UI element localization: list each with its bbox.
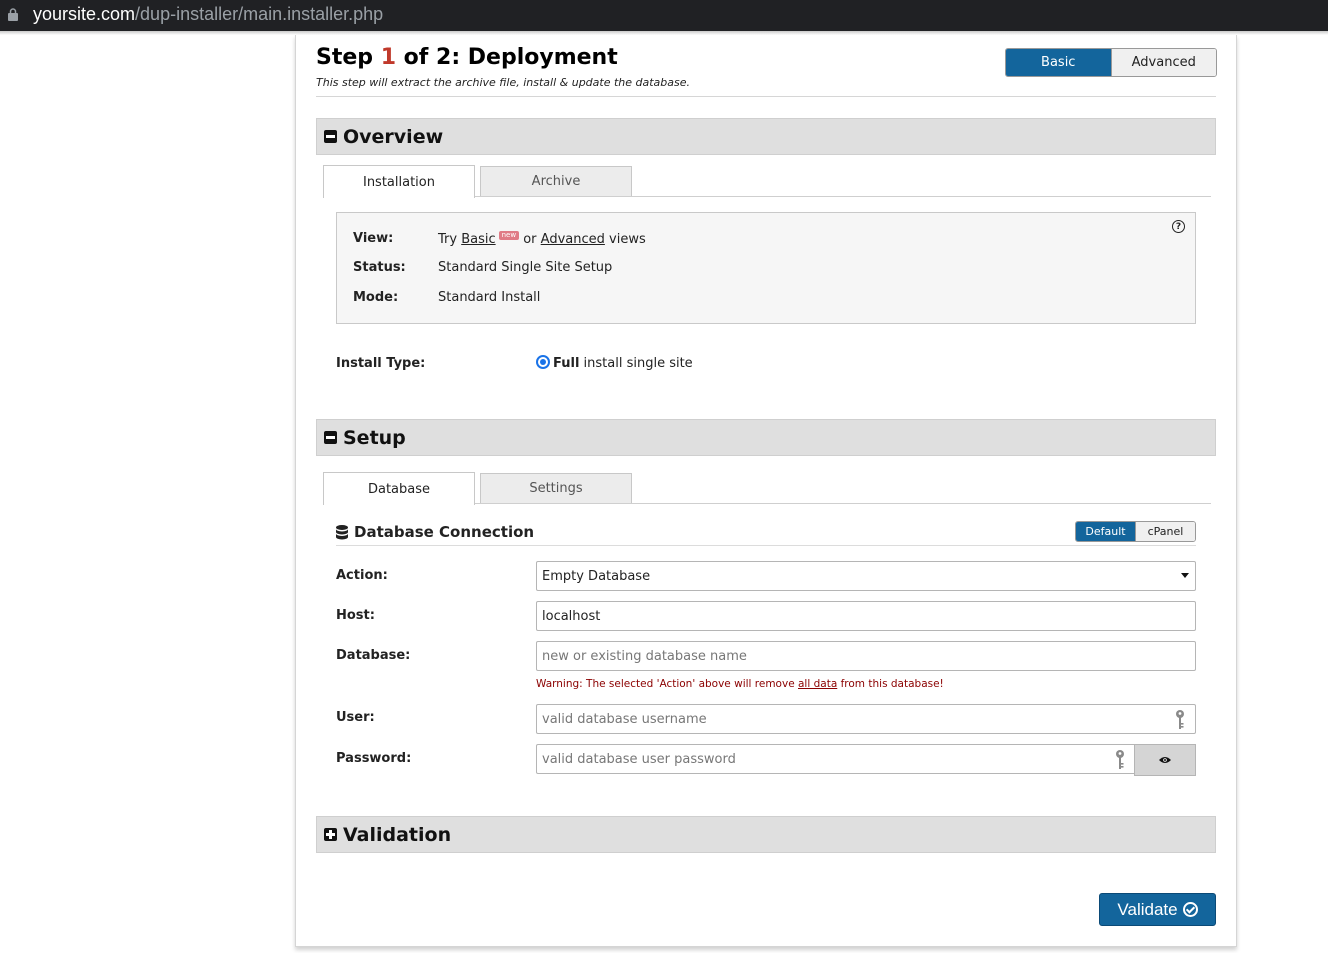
password-label: Password: [336, 751, 412, 766]
overview-title: Overview [343, 125, 444, 148]
page-subtitle: This step will extract the archive file,… [316, 76, 691, 89]
tab-installation[interactable]: Installation [323, 165, 475, 198]
host-label: Host: [336, 608, 375, 623]
database-warning: Warning: The selected 'Action' above wil… [536, 678, 944, 690]
help-icon[interactable]: ? [1172, 220, 1185, 233]
database-connection-label: Database Connection [354, 523, 535, 541]
view-try-text: Try [438, 232, 462, 247]
install-type-option[interactable]: Full install single site [553, 356, 693, 371]
mode-value: Standard Install [438, 290, 541, 305]
tab-database[interactable]: Database [323, 472, 475, 505]
database-placeholder: new or existing database name [542, 648, 747, 664]
validation-section-header[interactable]: Validation [316, 816, 1216, 853]
host-input[interactable]: localhost [536, 601, 1196, 631]
step-number: 1 [380, 45, 397, 70]
overview-info-box: ? View: Try Basic new or Advanced views S… [336, 212, 1196, 324]
tab-archive[interactable]: Archive [480, 166, 632, 196]
collapse-icon [324, 431, 337, 444]
expand-icon [324, 828, 337, 841]
page-title: Step 1 of 2: Deployment [316, 45, 618, 70]
mode-label: Mode: [353, 290, 399, 305]
validation-title: Validation [343, 823, 452, 846]
warning-prefix: Warning: The selected 'Action' above wil… [536, 678, 798, 690]
install-type-label: Install Type: [336, 356, 426, 371]
install-option-rest: install single site [579, 356, 693, 371]
title-divider [316, 96, 1216, 97]
db-divider [336, 545, 1196, 546]
eye-icon [1159, 757, 1171, 763]
advanced-view-link[interactable]: Advanced [541, 232, 605, 247]
step-suffix: of 2: Deployment [396, 45, 618, 70]
setup-title: Setup [343, 426, 406, 449]
host-value: localhost [542, 608, 601, 624]
url-text[interactable]: yoursite.com/dup-installer/main.installe… [33, 4, 383, 25]
action-label: Action: [336, 568, 388, 583]
database-input[interactable]: new or existing database name [536, 641, 1196, 671]
status-value: Standard Single Site Setup [438, 260, 613, 275]
basic-view-button[interactable]: Basic [1006, 49, 1111, 76]
validate-button[interactable]: Validate [1099, 893, 1216, 926]
db-mode-toggle: Default cPanel [1075, 521, 1196, 542]
warning-all-data: all data [798, 678, 838, 690]
basic-view-link[interactable]: Basic [461, 232, 495, 247]
step-prefix: Step [316, 45, 381, 70]
collapse-icon [324, 130, 337, 143]
browser-address-bar[interactable]: yoursite.com/dup-installer/main.installe… [0, 0, 1328, 31]
action-selected-value: Empty Database [542, 568, 651, 584]
setup-section-header[interactable]: Setup [316, 419, 1216, 456]
password-input[interactable]: valid database user password [536, 744, 1136, 774]
setup-tabs: Database Settings [323, 472, 1211, 505]
url-host: yoursite.com [33, 4, 136, 24]
view-or-text: or [519, 232, 541, 247]
warning-suffix: from this database! [837, 678, 944, 690]
user-label: User: [336, 710, 375, 725]
check-circle-icon [1182, 902, 1198, 917]
database-icon [336, 524, 348, 539]
install-option-bold: Full [553, 356, 580, 371]
overview-section-header[interactable]: Overview [316, 118, 1216, 155]
user-placeholder: valid database username [542, 711, 707, 727]
installer-card: Step 1 of 2: Deployment This step will e… [295, 35, 1237, 947]
database-label: Database: [336, 648, 411, 663]
advanced-view-button[interactable]: Advanced [1110, 49, 1216, 76]
database-connection-title: Database Connection [336, 523, 534, 541]
view-mode-toggle: Basic Advanced [1005, 48, 1217, 77]
status-label: Status: [353, 260, 406, 275]
action-select[interactable]: Empty Database [536, 561, 1196, 591]
overview-tabs: Installation Archive [323, 165, 1211, 198]
user-input[interactable]: valid database username [536, 704, 1196, 734]
key-icon[interactable] [1175, 709, 1185, 731]
view-label: View: [353, 231, 394, 246]
new-badge: new [498, 231, 520, 240]
key-icon[interactable] [1115, 749, 1125, 771]
password-placeholder: valid database user password [542, 751, 736, 767]
default-mode-button[interactable]: Default [1076, 522, 1135, 541]
show-password-button[interactable] [1134, 744, 1196, 776]
tab-settings[interactable]: Settings [480, 473, 632, 503]
lock-icon [8, 8, 18, 21]
chevron-down-icon [1181, 573, 1189, 578]
view-suffix-text: views [604, 232, 646, 247]
url-path: /dup-installer/main.installer.php [135, 4, 384, 24]
view-value: Try Basic new or Advanced views [438, 231, 646, 247]
validate-label: Validate [1117, 899, 1178, 919]
full-install-radio[interactable] [536, 355, 550, 369]
cpanel-mode-button[interactable]: cPanel [1135, 522, 1195, 541]
